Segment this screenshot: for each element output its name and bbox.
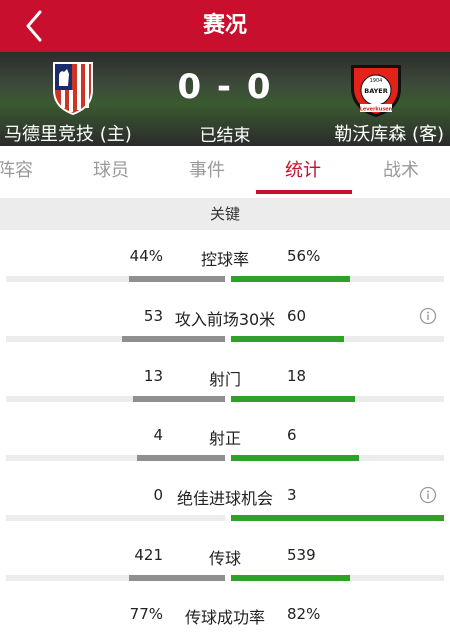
tab-players[interactable]: 球员 — [78, 146, 144, 196]
home-bar-track — [6, 276, 225, 282]
stat-row: 13 射门 18 — [0, 356, 450, 416]
stat-label: 射正 — [208, 429, 241, 448]
stat-label: 攻入前场30米 — [174, 310, 276, 329]
stat-away-value: 82% — [287, 605, 321, 623]
away-bar-fill — [231, 336, 344, 342]
tab-statistics[interactable]: 统计 — [270, 146, 336, 196]
stat-away-value: 56% — [287, 247, 321, 265]
home-bar-track — [6, 336, 225, 342]
section-header-key: 关键 — [0, 198, 450, 230]
stat-away-value: 60 — [287, 307, 307, 325]
stat-away-value: 18 — [287, 367, 307, 385]
away-bar-track — [231, 455, 444, 461]
away-bar-track — [231, 515, 444, 521]
home-bar-fill — [129, 276, 225, 282]
stat-row: 44% 控球率 56% — [0, 236, 450, 296]
stat-away-value: 539 — [287, 546, 316, 564]
home-bar-fill — [129, 575, 225, 581]
bayer-leverkusen-crest-icon: 1904 BAYER Leverkusen — [351, 65, 401, 117]
crest-text-mid: BAYER — [364, 87, 388, 95]
away-bar-track — [231, 336, 444, 342]
home-bar-fill — [122, 336, 225, 342]
crest-text-bottom: Leverkusen — [360, 107, 393, 113]
crest-text-top: 1904 — [370, 78, 383, 84]
stat-label: 传球成功率 — [184, 608, 265, 627]
match-stats-screen: 赛况 0 - 0 1904 BAYER Leverkusen 马德里竞技 (主)… — [0, 0, 450, 633]
tab-events[interactable]: 事件 — [174, 146, 240, 196]
stat-label: 射门 — [208, 370, 241, 389]
stat-away-value: 3 — [287, 486, 297, 504]
away-bar-fill — [231, 276, 350, 282]
stat-row: 4 射正 6 — [0, 415, 450, 475]
stat-label: 传球 — [208, 549, 241, 568]
away-bar-fill — [231, 396, 355, 402]
score-band: 0 - 0 1904 BAYER Leverkusen 马德里竞技 (主) 已结… — [0, 52, 450, 146]
tab-tactics[interactable]: 战术 — [368, 146, 434, 196]
home-bar-track — [6, 575, 225, 581]
stat-away-value: 6 — [287, 426, 297, 444]
away-bar-track — [231, 575, 444, 581]
home-bar-track — [6, 396, 225, 402]
home-bar-fill — [133, 396, 225, 402]
away-bar-track — [231, 396, 444, 402]
away-bar-fill — [231, 455, 359, 461]
away-bar-fill — [231, 575, 350, 581]
home-bar-track — [6, 515, 225, 521]
stat-label: 控球率 — [200, 250, 249, 269]
away-bar-track — [231, 276, 444, 282]
tab-lineup[interactable]: 阵容 — [0, 146, 48, 196]
stat-row: 421 传球 539 — [0, 535, 450, 595]
active-tab-indicator — [256, 190, 352, 194]
stat-label: 绝佳进球机会 — [176, 489, 273, 508]
stat-row: 0 绝佳进球机会 3 — [0, 475, 450, 535]
home-bar-track — [6, 455, 225, 461]
tab-bar: 阵容 球员 事件 统计 战术 — [0, 146, 450, 196]
top-bar: 赛况 — [0, 0, 450, 52]
info-icon[interactable] — [419, 307, 437, 325]
away-bar-fill — [231, 515, 444, 521]
stat-row: 77% 传球成功率 82% — [0, 594, 450, 633]
home-bar-fill — [137, 455, 225, 461]
page-title: 赛况 — [202, 13, 247, 38]
info-icon[interactable] — [419, 486, 437, 504]
stat-row: 53 攻入前场30米 60 — [0, 296, 450, 356]
away-team-name: 勒沃库森 (客) — [334, 124, 444, 145]
